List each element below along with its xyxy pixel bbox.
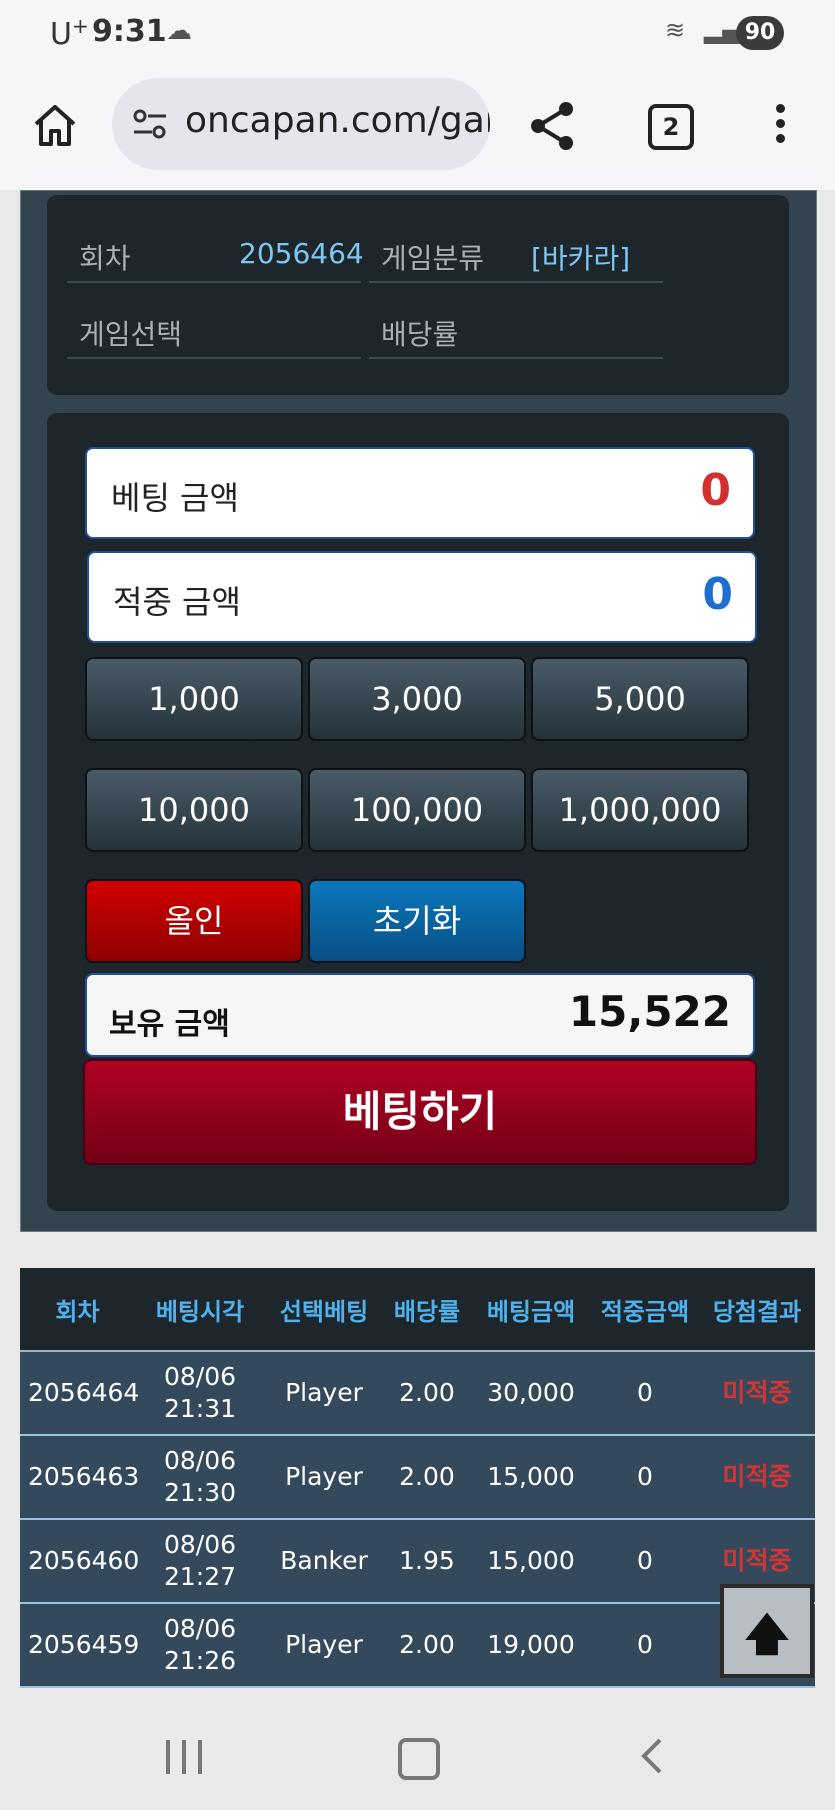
- cell-bet-amount: 15,000: [471, 1435, 591, 1520]
- cloud-icon: ☁: [166, 16, 192, 46]
- reset-button[interactable]: 초기화: [308, 879, 526, 963]
- cell-odds: 2.00: [383, 1351, 471, 1436]
- balance-label: 보유 금액: [109, 1007, 230, 1042]
- chip-100000-button[interactable]: 100,000: [308, 768, 526, 852]
- cell-bet-amount: 19,000: [471, 1603, 591, 1688]
- cell-pick: Banker: [265, 1519, 383, 1604]
- home-nav-icon[interactable]: [398, 1738, 440, 1780]
- chip-3000-button[interactable]: 3,000: [308, 657, 526, 741]
- cell-bet-amount: 15,000: [471, 1519, 591, 1604]
- browser-toolbar: oncapan.com/gar 2: [0, 64, 835, 190]
- balance-display: 보유 금액 15,522: [85, 973, 755, 1057]
- cell-win-amount: 0: [591, 1435, 699, 1520]
- cell-bet-time: 08/06 21:26: [135, 1603, 265, 1688]
- chip-10000-button[interactable]: 10,000: [85, 768, 303, 852]
- status-bar: U+ 9:31 ☁ ≋ ▂▄▆ 90: [0, 0, 835, 64]
- game-info-card: 회차 2056464 게임분류 [바카라] 게임선택 배당률: [47, 195, 789, 395]
- cell-result: 미적중: [699, 1351, 815, 1436]
- round-row: 회차 2056464: [67, 219, 364, 283]
- col-win-amount: 적중금액: [591, 1268, 699, 1352]
- cell-round: 2056464: [20, 1351, 139, 1436]
- clock: 9:31: [92, 14, 167, 49]
- table-row: 2056459 08/06 21:26 Player 2.00 19,000 0 …: [20, 1603, 815, 1688]
- betting-panel: 회차 2056464 게임분류 [바카라] 게임선택 배당률 베팅 금액 0 적…: [20, 190, 817, 1232]
- battery-indicator: 90: [736, 16, 784, 50]
- home-icon[interactable]: [30, 100, 80, 150]
- wifi-icon: ≋: [665, 16, 686, 44]
- all-in-button[interactable]: 올인: [85, 879, 303, 963]
- win-amount-label: 적중 금액: [113, 583, 241, 621]
- cell-pick: Player: [265, 1435, 383, 1520]
- round-value: 2056464: [239, 237, 364, 270]
- round-label: 회차: [79, 242, 131, 275]
- share-icon[interactable]: [528, 100, 576, 152]
- col-round: 회차: [20, 1268, 135, 1352]
- bet-form: 베팅 금액 0 적중 금액 0 1,000 3,000 5,000 10,000…: [47, 413, 789, 1211]
- selection-row: 게임선택: [67, 295, 361, 359]
- cell-bet-amount: 30,000: [471, 1351, 591, 1436]
- system-nav-bar: [0, 1694, 835, 1810]
- cell-win-amount: 0: [591, 1351, 699, 1436]
- more-vert-icon[interactable]: [770, 104, 790, 150]
- balance-value: 15,522: [568, 987, 731, 1036]
- cell-round: 2056459: [20, 1603, 139, 1688]
- url-text: oncapan.com/gar: [185, 100, 490, 141]
- tab-switcher-button[interactable]: 2: [648, 104, 694, 150]
- table-row: 2056463 08/06 21:30 Player 2.00 15,000 0 …: [20, 1435, 815, 1520]
- chip-5000-button[interactable]: 5,000: [531, 657, 749, 741]
- col-pick: 선택베팅: [265, 1268, 383, 1352]
- arrow-up-icon: 🡅: [744, 1609, 790, 1660]
- cell-pick: Player: [265, 1603, 383, 1688]
- table-row: 2056464 08/06 21:31 Player 2.00 30,000 0 …: [20, 1351, 815, 1436]
- place-bet-button[interactable]: 베팅하기: [83, 1059, 757, 1165]
- table-row: 2056460 08/06 21:27 Banker 1.95 15,000 0 …: [20, 1519, 815, 1604]
- scroll-top-button[interactable]: 🡅: [720, 1584, 814, 1678]
- cell-bet-time: 08/06 21:31: [135, 1351, 265, 1436]
- cell-round: 2056460: [20, 1519, 139, 1604]
- col-odds: 배당률: [383, 1268, 471, 1352]
- carrier-label: U+: [50, 14, 89, 52]
- cell-odds: 2.00: [383, 1435, 471, 1520]
- bet-history-table: 회차 베팅시각 선택베팅 배당률 베팅금액 적중금액 당첨결과 2056464 …: [20, 1268, 815, 1694]
- category-row: 게임분류 [바카라]: [369, 219, 663, 283]
- chip-1000-button[interactable]: 1,000: [85, 657, 303, 741]
- chip-1000000-button[interactable]: 1,000,000: [531, 768, 749, 852]
- col-bet-time: 베팅시각: [135, 1268, 265, 1352]
- recent-apps-icon[interactable]: [166, 1740, 206, 1774]
- table-header-row: 회차 베팅시각 선택베팅 배당률 베팅금액 적중금액 당첨결과: [20, 1268, 815, 1352]
- win-amount-value: 0: [702, 569, 733, 620]
- category-value: [바카라]: [531, 242, 631, 275]
- bet-amount-value: 0: [700, 465, 731, 516]
- cell-win-amount: 0: [591, 1603, 699, 1688]
- cell-odds: 1.95: [383, 1519, 471, 1604]
- cell-round: 2056463: [20, 1435, 139, 1520]
- col-bet-amount: 베팅금액: [471, 1268, 591, 1352]
- cell-odds: 2.00: [383, 1603, 471, 1688]
- bet-amount-field[interactable]: 베팅 금액 0: [85, 447, 755, 539]
- cell-win-amount: 0: [591, 1519, 699, 1604]
- cell-bet-time: 08/06 21:27: [135, 1519, 265, 1604]
- odds-label: 배당률: [381, 318, 459, 351]
- cell-pick: Player: [265, 1351, 383, 1436]
- category-label: 게임분류: [381, 242, 485, 275]
- cell-bet-time: 08/06 21:30: [135, 1435, 265, 1520]
- win-amount-field: 적중 금액 0: [87, 551, 757, 643]
- cell-result: 미적중: [699, 1435, 815, 1520]
- site-settings-icon[interactable]: [132, 108, 168, 140]
- back-icon[interactable]: [636, 1736, 666, 1776]
- bet-amount-label: 베팅 금액: [111, 479, 239, 517]
- selection-label: 게임선택: [79, 318, 183, 351]
- address-bar[interactable]: oncapan.com/gar: [112, 78, 490, 170]
- odds-row: 배당률: [369, 295, 663, 359]
- col-result: 당첨결과: [699, 1268, 815, 1352]
